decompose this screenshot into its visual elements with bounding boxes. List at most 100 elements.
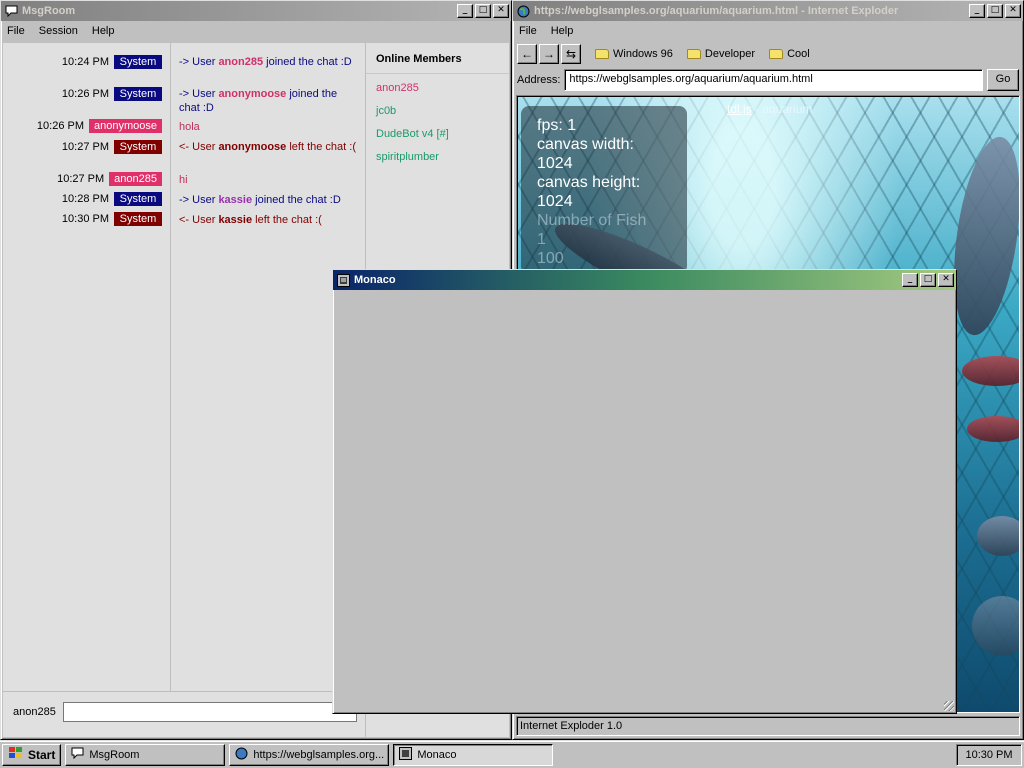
chat-input-bar: anon285 — [3, 691, 359, 737]
task-monaco[interactable]: Monaco — [393, 743, 554, 766]
task-browser[interactable]: https://webglsamples.org... — [229, 743, 390, 766]
message: -> User anon285 joined the chat :D — [179, 55, 359, 69]
folder-icon — [686, 49, 701, 59]
page-title-text: - aquarium — [751, 102, 813, 116]
timestamp: 10:26 PM — [61, 88, 109, 100]
user-badge[interactable]: anonymoose — [89, 119, 162, 133]
timestamp-row: 10:27 PM anon285 — [57, 172, 162, 186]
members-heading: Online Members — [366, 43, 509, 74]
chat-input[interactable] — [63, 702, 357, 722]
close-button[interactable]: ✕ — [1005, 4, 1021, 18]
page-links: tdl.js - aquarium — [727, 102, 812, 116]
message: -> User anonymoose joined the chat :D — [179, 87, 359, 115]
message-text: hi — [179, 174, 188, 186]
maximize-button[interactable]: □ — [475, 4, 491, 18]
maximize-button[interactable]: □ — [920, 273, 936, 287]
message-username[interactable]: anonymoose — [218, 141, 286, 153]
task-label: https://webglsamples.org... — [253, 748, 385, 761]
timestamp: 10:24 PM — [61, 56, 109, 68]
refresh-button[interactable]: ⇆ — [561, 44, 581, 64]
system-clock: 10:30 PM — [956, 743, 1022, 766]
member-item[interactable]: DudeBot v4 [#] — [366, 123, 509, 146]
canvas-width-readout: canvas width: 1024 — [537, 136, 634, 172]
message-text: <- User — [179, 141, 219, 153]
timestamp-row: 10:30 PM System — [62, 212, 162, 226]
favorite-label: Windows 96 — [613, 48, 673, 60]
start-label: Start — [28, 747, 56, 762]
menu-file[interactable]: File — [519, 25, 537, 37]
fish-count-option[interactable]: 100 — [537, 249, 671, 268]
member-item[interactable]: spiritplumber — [366, 146, 509, 169]
message-username[interactable]: kassie — [218, 194, 252, 206]
chat-bubble-icon — [4, 4, 18, 18]
back-button[interactable]: ← — [517, 44, 537, 64]
menu-help[interactable]: Help — [92, 25, 115, 37]
message: hola — [179, 120, 359, 134]
fps-readout: fps: 1 — [537, 117, 577, 134]
timestamp: 10:30 PM — [61, 213, 109, 225]
task-msgroom[interactable]: MsgRoom — [65, 743, 226, 766]
msgroom-titlebar[interactable]: MsgRoom _ □ ✕ — [1, 1, 511, 21]
user-badge[interactable]: System — [114, 87, 162, 101]
maximize-button[interactable]: □ — [987, 4, 1003, 18]
favorite-cool[interactable]: Cool — [769, 48, 810, 60]
minimize-button[interactable]: _ — [457, 4, 473, 18]
start-button[interactable]: Start — [2, 743, 62, 766]
message-username[interactable]: anon285 — [218, 56, 263, 68]
user-badge[interactable]: System — [114, 192, 162, 206]
monaco-titlebar[interactable]: Monaco _ □ ✕ — [333, 270, 956, 290]
message-username[interactable]: kassie — [218, 214, 252, 226]
timestamp: 10:27 PM — [61, 141, 109, 153]
member-item[interactable]: jc0b — [366, 100, 509, 123]
globe-icon — [235, 747, 248, 763]
forward-button[interactable]: → — [539, 44, 559, 64]
favorite-developer[interactable]: Developer — [686, 48, 756, 60]
refresh-icon: ⇆ — [565, 47, 577, 61]
app-icon — [336, 273, 350, 287]
go-button[interactable]: Go — [987, 69, 1019, 91]
app-icon — [399, 746, 413, 763]
fish-count-label: Number of Fish — [537, 212, 647, 229]
globe-icon — [516, 4, 530, 18]
taskbar: Start MsgRoom https://webglsamples.org..… — [0, 740, 1024, 768]
user-badge[interactable]: System — [114, 212, 162, 226]
close-button[interactable]: ✕ — [938, 273, 954, 287]
favorite-windows96[interactable]: Windows 96 — [595, 48, 673, 60]
timestamp-row: 10:24 PM System — [62, 55, 162, 69]
address-input[interactable]: https://webglsamples.org/aquarium/aquari… — [564, 69, 983, 91]
timestamp-row: 10:27 PM System — [62, 140, 162, 154]
menu-session[interactable]: Session — [39, 25, 78, 37]
nickname-label: anon285 — [13, 706, 56, 718]
timestamp: 10:27 PM — [57, 173, 105, 185]
minimize-button[interactable]: _ — [902, 273, 918, 287]
timestamp-row: 10:26 PM System — [62, 87, 162, 101]
monaco-editor-area[interactable] — [336, 292, 953, 710]
user-badge[interactable]: System — [114, 55, 162, 69]
tdl-link[interactable]: tdl.js — [727, 102, 752, 116]
message-text: <- User — [179, 214, 219, 226]
menu-bar: File Session Help — [1, 21, 511, 41]
message-text: -> User — [179, 194, 219, 206]
task-label: MsgRoom — [89, 748, 140, 761]
folder-icon — [595, 49, 609, 59]
browser-titlebar[interactable]: https://webglsamples.org/aquarium/aquari… — [513, 1, 1023, 21]
folder-icon — [769, 49, 784, 59]
menu-file[interactable]: File — [7, 25, 25, 37]
user-badge[interactable]: anon285 — [109, 172, 162, 186]
minimize-button[interactable]: _ — [969, 4, 985, 18]
member-item[interactable]: anon285 — [366, 77, 509, 100]
message-text: joined the chat :D — [252, 194, 341, 206]
timestamp: 10:26 PM — [36, 120, 84, 132]
close-button[interactable]: ✕ — [493, 4, 509, 18]
message-text: -> User — [179, 56, 219, 68]
user-badge[interactable]: System — [114, 140, 162, 154]
favorite-label: Developer — [704, 48, 756, 60]
resize-grip-icon[interactable] — [944, 701, 954, 711]
address-bar: Address: https://webglsamples.org/aquari… — [513, 67, 1023, 93]
address-label: Address: — [517, 74, 561, 86]
chat-bubble-icon — [71, 747, 84, 762]
fish-count-option[interactable]: 1 — [537, 230, 671, 249]
menu-help[interactable]: Help — [551, 25, 574, 37]
favorite-label: Cool — [787, 48, 810, 60]
message-username[interactable]: anonymoose — [218, 88, 286, 100]
